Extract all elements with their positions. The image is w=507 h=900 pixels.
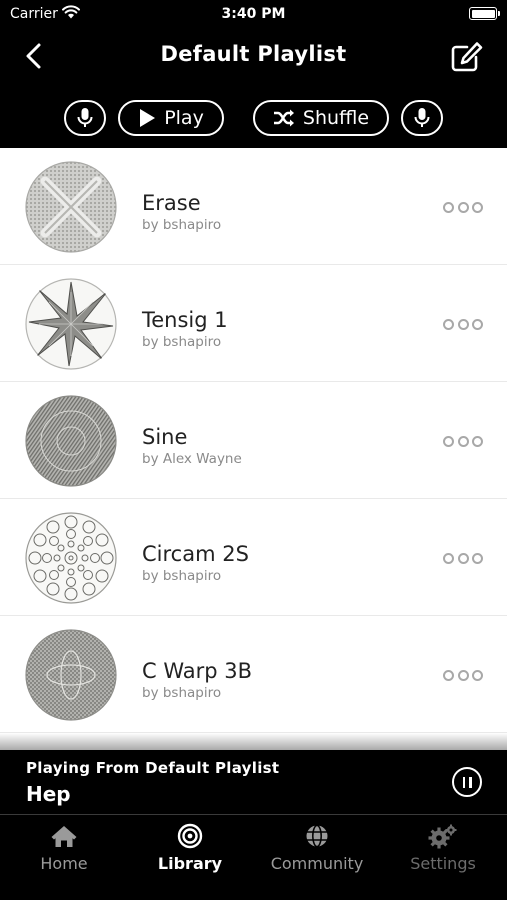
track-author: by bshapiro [142,217,222,233]
ellipsis-dot-icon [443,435,454,447]
nav-bar: Default Playlist [0,30,507,82]
pause-icon [462,776,465,788]
globe-icon [306,824,328,848]
voice-button-left[interactable] [64,100,106,136]
track-row[interactable]: C Warp 3B by bshapiro [0,616,507,733]
voice-button-right[interactable] [401,100,443,136]
status-time: 3:40 PM [221,6,286,22]
track-author: by Alex Wayne [142,451,242,467]
ellipsis-dot-icon [472,201,483,213]
track-title: C Warp 3B [142,659,253,683]
ellipsis-dot-icon [472,318,483,330]
ellipsis-dot-icon [457,552,469,564]
more-options-button[interactable] [443,317,483,331]
track-thumbnail [25,629,117,721]
microphone-icon [77,108,93,127]
tab-label: Settings [410,854,476,873]
track-row[interactable]: Circam 2S by bshapiro [0,499,507,616]
track-list: Erase by bshapiro Tensig 1 by bshapiro S… [0,148,507,750]
shuffle-icon [273,109,294,127]
now-playing-title: Hep [26,782,71,806]
more-options-button[interactable] [443,551,483,565]
play-label: Play [164,107,204,129]
microphone-icon [414,108,430,127]
ellipsis-dot-icon [443,669,454,681]
ellipsis-dot-icon [457,435,469,447]
track-thumbnail [25,512,117,604]
more-options-button[interactable] [443,434,483,448]
ellipsis-dot-icon [472,552,483,564]
tab-home[interactable]: Home [1,823,127,883]
more-options-button[interactable] [443,200,483,214]
track-title: Tensig 1 [142,308,228,332]
edit-button[interactable] [449,40,485,74]
track-author: by bshapiro [142,685,222,701]
shuffle-label: Shuffle [302,107,370,129]
track-title: Circam 2S [142,542,249,566]
track-thumbnail [25,161,117,253]
play-button[interactable]: Play [118,100,224,136]
tab-label: Home [40,854,88,873]
track-row[interactable]: Erase by bshapiro [0,148,507,265]
battery-icon [469,7,500,20]
track-title: Erase [142,191,201,215]
pause-icon [469,776,472,788]
shuffle-button[interactable]: Shuffle [253,100,389,136]
track-thumbnail [25,278,117,370]
pause-button[interactable] [452,767,482,797]
playback-controls: Play Shuffle [0,82,507,148]
status-bar: Carrier 3:40 PM [0,0,507,30]
page-title: Default Playlist [160,42,347,66]
edit-square-icon [451,42,483,72]
ellipsis-dot-icon [472,435,483,447]
track-author: by bshapiro [142,568,222,584]
tab-community[interactable]: Community [254,823,380,883]
ellipsis-dot-icon [457,669,469,681]
ellipsis-dot-icon [443,201,454,213]
more-options-button[interactable] [443,668,483,682]
now-playing-bar[interactable]: Playing From Default Playlist Hep [0,750,507,814]
play-icon [140,109,156,127]
gears-icon [428,824,457,849]
tab-library[interactable]: Library [127,823,253,883]
tab-settings[interactable]: Settings [380,823,506,883]
ellipsis-dot-icon [457,201,469,213]
home-icon [51,826,77,847]
ellipsis-dot-icon [472,669,483,681]
list-fade [0,733,507,750]
track-thumbnail [25,395,117,487]
track-row[interactable]: Sine by Alex Wayne [0,382,507,499]
now-playing-label: Playing From Default Playlist [26,759,280,777]
tab-label: Library [157,854,223,873]
tab-label: Community [270,854,364,873]
ellipsis-dot-icon [457,318,469,330]
track-author: by bshapiro [142,334,222,350]
ellipsis-dot-icon [443,318,454,330]
tab-bar: Home Library Community Settings [0,815,507,900]
track-row[interactable]: Tensig 1 by bshapiro [0,265,507,382]
ellipsis-dot-icon [443,552,454,564]
track-title: Sine [142,425,188,449]
target-icon [177,823,203,849]
